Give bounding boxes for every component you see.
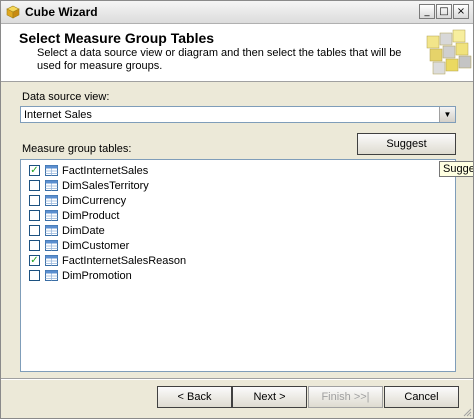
table-checkbox[interactable] — [29, 180, 40, 191]
table-icon — [45, 225, 58, 236]
table-list-item[interactable]: DimSalesTerritory — [29, 179, 429, 193]
data-source-view-dropdown[interactable]: Internet Sales ▼ — [20, 106, 456, 123]
table-name: DimCurrency — [62, 195, 127, 207]
table-icon — [45, 195, 58, 206]
next-button[interactable]: Next > — [232, 386, 307, 408]
table-list-item[interactable]: DimPromotion — [29, 269, 429, 283]
table-checkbox[interactable] — [29, 210, 40, 221]
table-list-item[interactable]: ✓ FactInternetSalesReason — [29, 254, 429, 268]
table-icon — [45, 165, 58, 176]
window-title: Cube Wizard — [25, 5, 98, 19]
suggest-button[interactable]: Suggest — [357, 133, 456, 155]
measure-group-tables-label: Measure group tables: — [22, 143, 132, 155]
table-icon — [45, 180, 58, 191]
table-list-item[interactable]: ✓ FactInternetSales — [29, 164, 429, 178]
chevron-down-icon[interactable]: ▼ — [439, 107, 455, 122]
table-checkbox[interactable]: ✓ — [29, 165, 40, 176]
suggest-tooltip: Sugges — [439, 161, 473, 177]
table-list-item[interactable]: DimCustomer — [29, 239, 429, 253]
cube-graphic-icon — [426, 29, 472, 75]
maximize-icon: □ — [439, 6, 449, 17]
table-name: FactInternetSalesReason — [62, 255, 187, 267]
table-icon — [45, 270, 58, 281]
back-button[interactable]: < Back — [157, 386, 232, 408]
minimize-button[interactable]: _ — [419, 4, 435, 19]
finish-button: Finish >>| — [308, 386, 383, 408]
table-name: DimDate — [62, 225, 105, 237]
cube-wizard-window: Cube Wizard _ □ × Select Measure Group T… — [0, 0, 474, 419]
wizard-body: Data source view: Internet Sales ▼ Measu… — [1, 82, 473, 378]
table-icon — [45, 255, 58, 266]
table-icon — [45, 210, 58, 221]
cube-wizard-icon — [6, 5, 20, 19]
page-description: Select a data source view or diagram and… — [37, 47, 402, 72]
table-name: FactInternetSales — [62, 165, 149, 177]
resize-grip-icon[interactable] — [462, 407, 472, 417]
table-checkbox[interactable] — [29, 195, 40, 206]
page-title: Select Measure Group Tables — [19, 30, 215, 46]
close-button[interactable]: × — [453, 4, 469, 19]
table-name: DimCustomer — [62, 240, 130, 252]
table-name: DimProduct — [62, 210, 120, 222]
table-name: DimPromotion — [62, 270, 132, 282]
close-icon: × — [456, 6, 466, 17]
table-checkbox[interactable] — [29, 270, 40, 281]
table-list-item[interactable]: DimCurrency — [29, 194, 429, 208]
table-name: DimSalesTerritory — [62, 180, 149, 192]
data-source-view-label: Data source view: — [22, 91, 110, 103]
table-checkbox[interactable] — [29, 240, 40, 251]
table-icon — [45, 240, 58, 251]
table-checkbox[interactable]: ✓ — [29, 255, 40, 266]
cancel-button[interactable]: Cancel — [384, 386, 459, 408]
minimize-icon: _ — [424, 6, 430, 17]
table-checkbox[interactable] — [29, 225, 40, 236]
title-bar[interactable]: Cube Wizard _ □ × — [1, 1, 473, 24]
measure-group-table-list[interactable]: ✓ FactInternetSales DimSalesTerritory DimCu… — [20, 159, 456, 372]
footer-divider — [1, 378, 473, 380]
table-list-item[interactable]: DimDate — [29, 224, 429, 238]
data-source-view-value: Internet Sales — [24, 109, 92, 121]
maximize-button[interactable]: □ — [436, 4, 452, 19]
table-list-item[interactable]: DimProduct — [29, 209, 429, 223]
wizard-header: Select Measure Group Tables Select a dat… — [1, 24, 473, 82]
